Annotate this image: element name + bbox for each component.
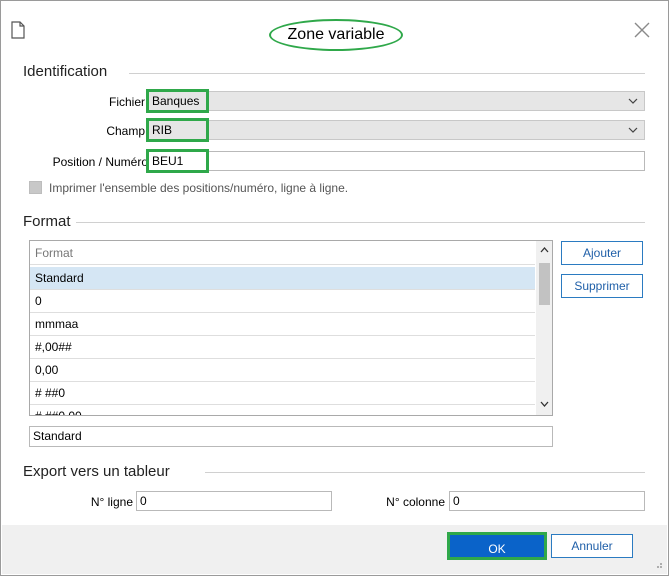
chevron-down-icon	[628, 127, 638, 133]
format-value: Standard	[33, 429, 82, 443]
fichier-label: Fichier	[108, 95, 145, 109]
print-all-checkbox[interactable]	[29, 181, 42, 194]
delete-format-button[interactable]: Supprimer	[561, 274, 643, 298]
line-input[interactable]: 0	[136, 491, 332, 511]
column-label: N° colonne	[386, 495, 445, 509]
chevron-down-icon	[628, 98, 638, 104]
format-list-header: Format	[30, 242, 535, 265]
column-input[interactable]: 0	[449, 491, 645, 511]
line-value: 0	[140, 494, 147, 508]
line-label: N° ligne	[90, 495, 133, 509]
resize-grip-icon[interactable]	[653, 559, 663, 569]
fichier-highlight	[146, 89, 209, 113]
champ-label: Champ	[106, 124, 145, 138]
print-all-label: Imprimer l'ensemble des positions/numéro…	[49, 181, 349, 195]
format-list-item[interactable]: #,00##	[30, 336, 535, 359]
format-list-item[interactable]: mmmaa	[30, 313, 535, 336]
position-label: Position / Numéro	[52, 155, 148, 169]
identification-divider	[129, 73, 645, 74]
champ-select[interactable]: RIB	[148, 120, 645, 140]
format-section-title: Format	[23, 213, 71, 230]
champ-highlight	[146, 118, 209, 142]
cancel-button[interactable]: Annuler	[551, 534, 633, 558]
document-icon	[11, 21, 25, 39]
column-value: 0	[453, 494, 460, 508]
ok-button[interactable]: OK	[447, 532, 547, 560]
position-highlight	[146, 149, 209, 173]
format-list-scrollbar[interactable]	[536, 241, 552, 415]
format-list-item[interactable]: # ##0	[30, 382, 535, 405]
format-value-input[interactable]: Standard	[29, 426, 553, 447]
format-divider	[76, 222, 645, 223]
format-list[interactable]: Format Standard 0 mmmaa #,00## 0,00 # ##…	[29, 240, 553, 416]
position-input[interactable]: BEU1	[148, 151, 645, 171]
title-bar: Zone variable	[1, 1, 668, 61]
scroll-down-icon[interactable]	[540, 400, 549, 408]
export-divider	[205, 472, 645, 473]
zone-variable-dialog: Zone variable Identification Fichier Ban…	[0, 0, 669, 576]
scroll-up-icon[interactable]	[540, 246, 549, 254]
format-list-item[interactable]: # ##0,00	[30, 405, 535, 415]
fichier-select[interactable]: Banques	[148, 91, 645, 111]
add-format-button[interactable]: Ajouter	[561, 241, 643, 265]
export-section-title: Export vers un tableur	[23, 463, 170, 480]
close-icon[interactable]	[631, 19, 653, 41]
scrollbar-thumb[interactable]	[539, 263, 550, 305]
format-list-item[interactable]: 0,00	[30, 359, 535, 382]
format-list-item[interactable]: Standard	[30, 267, 535, 290]
dialog-title: Zone variable	[269, 19, 403, 51]
format-list-item[interactable]: 0	[30, 290, 535, 313]
identification-section-title: Identification	[23, 63, 108, 80]
